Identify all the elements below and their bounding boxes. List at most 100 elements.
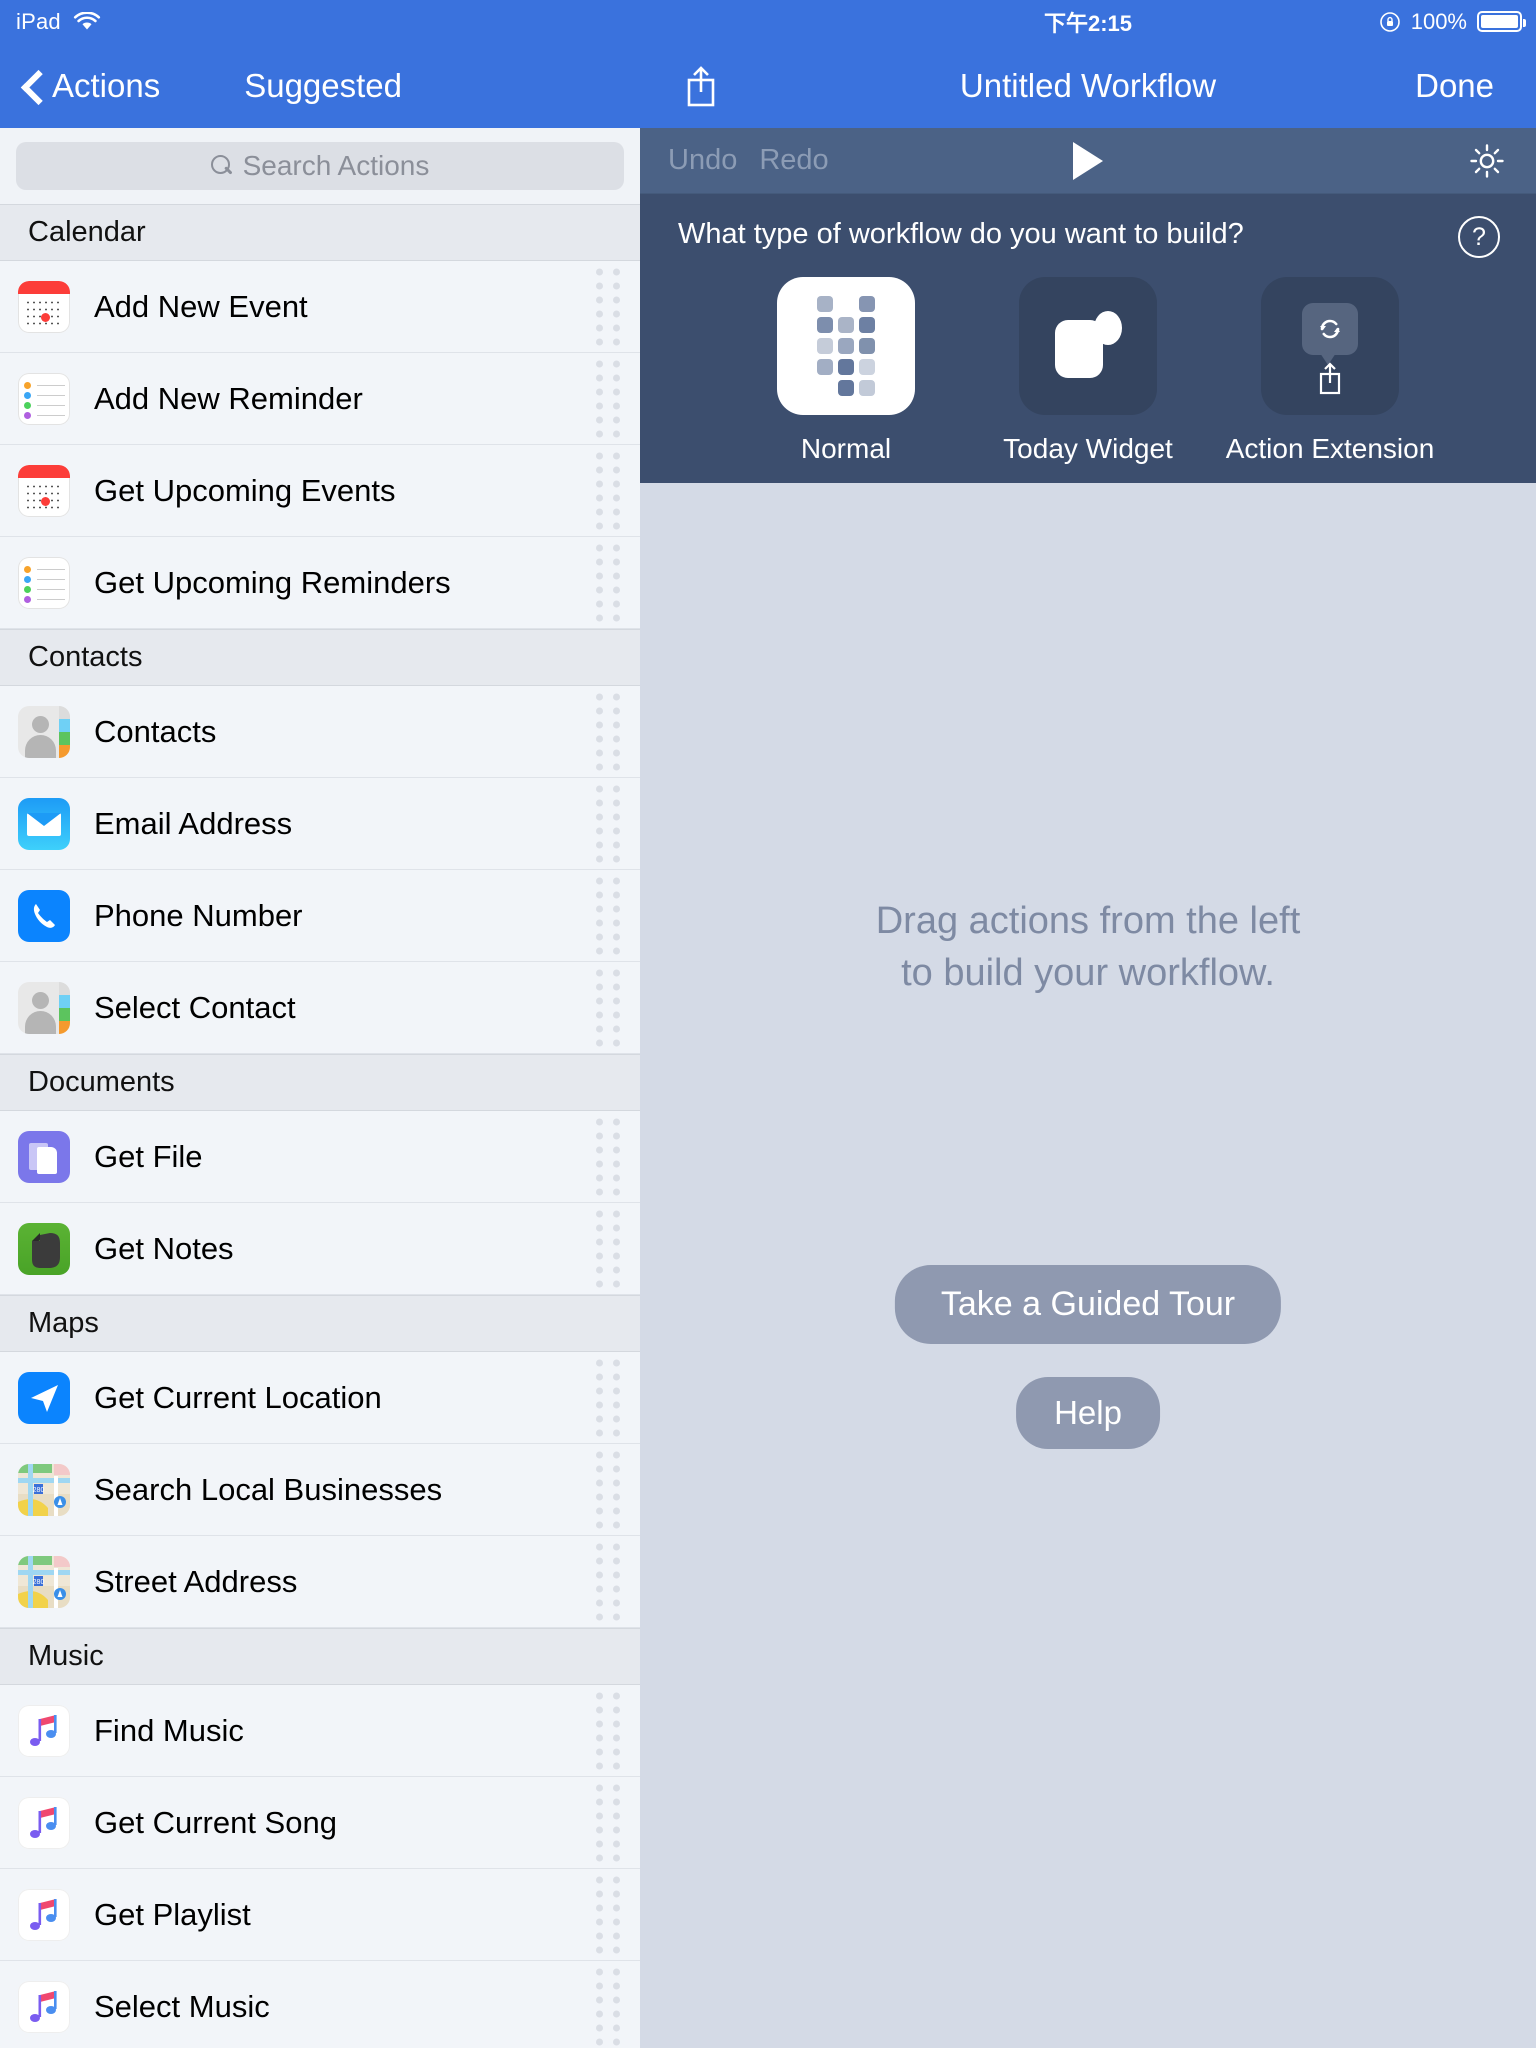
normal-workflow-icon (777, 277, 915, 415)
action-row[interactable]: Phone Number (0, 870, 640, 962)
share-icon[interactable] (682, 64, 720, 108)
drag-handle-icon[interactable] (596, 268, 620, 345)
action-row[interactable]: Contacts (0, 686, 640, 778)
gear-icon[interactable] (1468, 142, 1506, 180)
workflow-type-action-extension-label: Action Extension (1225, 433, 1435, 464)
section-header-calendar: Calendar (0, 204, 640, 261)
workflow-nav-bar: Untitled Workflow Done (640, 43, 1536, 128)
apple-music-icon (18, 1704, 70, 1757)
drag-handle-icon[interactable] (596, 544, 620, 621)
action-row[interactable]: Get Current Location (0, 1352, 640, 1444)
search-icon (210, 155, 233, 177)
drag-handle-icon[interactable] (596, 1784, 620, 1861)
workflow-canvas[interactable]: Drag actions from the left to build your… (640, 483, 1536, 2048)
drag-handle-icon[interactable] (596, 693, 620, 770)
action-row[interactable]: Get Upcoming Events (0, 445, 640, 537)
drag-handle-icon[interactable] (596, 1118, 620, 1195)
sidebar-nav-bar: Actions Suggested (0, 43, 640, 128)
drag-handle-icon[interactable] (596, 877, 620, 954)
apple-music-icon (18, 1796, 70, 1849)
action-row-label: Get Current Location (94, 1379, 382, 1415)
help-button[interactable]: Help (1016, 1377, 1160, 1449)
action-row[interactable]: Get Playlist (0, 1869, 640, 1961)
drag-handle-icon[interactable] (596, 1543, 620, 1620)
section-header-music: Music (0, 1628, 640, 1685)
apple-music-icon (18, 1980, 70, 2033)
battery-full-icon (1477, 11, 1526, 32)
done-button[interactable]: Done (1415, 67, 1494, 105)
back-button[interactable]: Actions (18, 67, 160, 105)
back-button-label: Actions (52, 66, 161, 104)
action-row[interactable]: Get Upcoming Reminders (0, 537, 640, 629)
svg-text:280: 280 (33, 1579, 45, 1586)
question-mark-glyph: ? (1472, 222, 1486, 251)
section-header-maps: Maps (0, 1295, 640, 1352)
device-name-label: iPad (16, 8, 61, 34)
hint-line-2: to build your workflow. (901, 952, 1275, 995)
actions-list[interactable]: Calendar Add New Event Add New Reminder Get… (0, 204, 640, 2048)
drag-handle-icon[interactable] (596, 1359, 620, 1436)
workflow-type-today-widget[interactable]: Today Widget (1002, 277, 1174, 465)
drag-handle-icon[interactable] (596, 1876, 620, 1953)
drag-handle-icon[interactable] (596, 1968, 620, 2045)
actions-sidebar: iPad Actions Suggested Search Actions Ca… (0, 0, 640, 2048)
workflow-editor: 下午2:15 100% Untitled Workflow Done Undo … (640, 0, 1536, 2048)
action-row-label: Add New Reminder (94, 380, 363, 416)
wifi-icon (73, 11, 101, 32)
action-row[interactable]: 280 Street Address (0, 1536, 640, 1628)
action-row-label: Get Upcoming Events (94, 472, 396, 508)
redo-button[interactable]: Redo (759, 144, 828, 177)
drag-handle-icon[interactable] (596, 1451, 620, 1528)
workflow-type-normal[interactable]: Normal (760, 277, 932, 465)
drag-handle-icon[interactable] (596, 360, 620, 437)
action-row-label: Add New Event (94, 288, 308, 324)
action-row[interactable]: 280 Search Local Businesses (0, 1444, 640, 1536)
action-row-label: Get File (94, 1138, 203, 1174)
take-guided-tour-button[interactable]: Take a Guided Tour (894, 1265, 1282, 1344)
reminders-icon (18, 372, 70, 425)
undo-button[interactable]: Undo (668, 144, 737, 177)
question-mark-icon[interactable]: ? (1458, 216, 1500, 258)
search-input[interactable]: Search Actions (16, 142, 624, 190)
action-row[interactable]: Email Address (0, 778, 640, 870)
widget-circle-art (1094, 311, 1122, 345)
maps-icon: 280 (18, 1463, 70, 1516)
action-row[interactable]: Get Current Song (0, 1777, 640, 1869)
apple-music-icon (18, 1888, 70, 1941)
action-row[interactable]: Get Notes (0, 1203, 640, 1295)
hint-line-1: Drag actions from the left (875, 900, 1301, 942)
refresh-arrows-icon (1318, 317, 1342, 341)
workflow-type-normal-label: Normal (800, 433, 892, 464)
file-icon (18, 1130, 70, 1183)
section-header-contacts: Contacts (0, 629, 640, 686)
action-row-label: Search Local Businesses (94, 1471, 443, 1507)
play-icon[interactable] (1073, 141, 1103, 180)
battery-percent-label: 100% (1410, 8, 1467, 34)
editor-toolbar: Undo Redo (640, 128, 1536, 194)
action-row-label: Select Music (94, 1988, 270, 2024)
chevron-left-icon (18, 73, 44, 99)
action-row-label: Street Address (94, 1563, 298, 1599)
contacts-icon (18, 981, 70, 1034)
share-icon-small (1314, 361, 1346, 395)
workflow-type-action-extension[interactable]: Action Extension (1226, 277, 1434, 465)
drag-handle-icon[interactable] (596, 1692, 620, 1769)
clock-label: 下午2:15 (1043, 10, 1133, 36)
action-row[interactable]: Add New Reminder (0, 353, 640, 445)
action-row-label: Email Address (94, 805, 293, 841)
action-row-label: Get Notes (94, 1230, 234, 1266)
calendar-icon (18, 280, 70, 333)
action-row-label: Select Contact (94, 989, 296, 1025)
drag-handle-icon[interactable] (596, 969, 620, 1046)
action-row[interactable]: Get File (0, 1111, 640, 1203)
calendar-icon (18, 464, 70, 517)
action-row[interactable]: Find Music (0, 1685, 640, 1777)
contacts-icon (18, 705, 70, 758)
drag-handle-icon[interactable] (596, 452, 620, 529)
drag-handle-icon[interactable] (596, 785, 620, 862)
workflow-type-options: Normal Today Widget Action Extension (640, 277, 1536, 465)
action-row[interactable]: Select Music (0, 1961, 640, 2048)
action-row[interactable]: Add New Event (0, 261, 640, 353)
action-row[interactable]: Select Contact (0, 962, 640, 1054)
drag-handle-icon[interactable] (596, 1210, 620, 1287)
